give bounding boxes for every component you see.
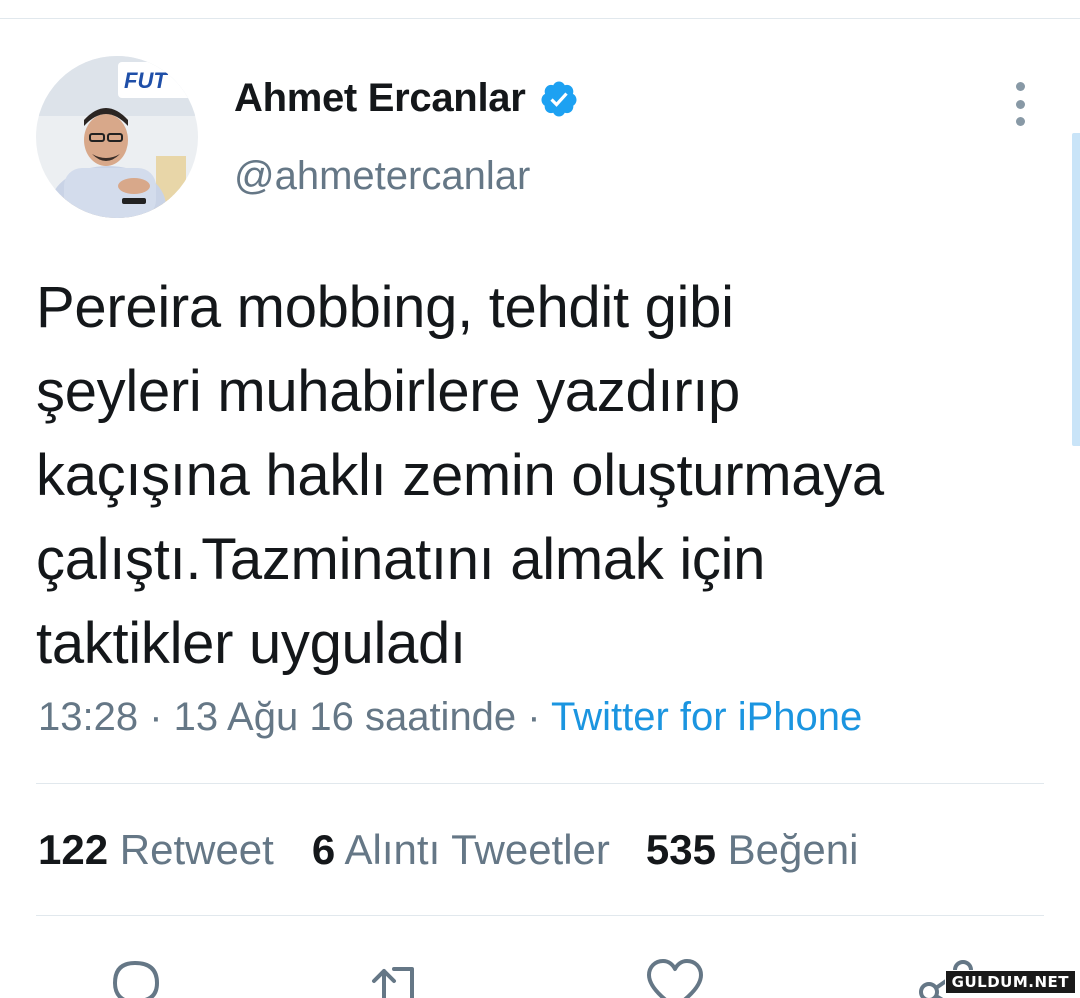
like-count-stat[interactable]: 535 Beğeni xyxy=(646,826,859,874)
like-count: 535 xyxy=(645,826,716,873)
svg-text:FUT: FUT xyxy=(124,68,168,93)
quote-label: Alıntı Tweetler xyxy=(344,826,610,873)
like-icon[interactable] xyxy=(645,955,705,998)
tweet-action-bar xyxy=(0,955,1080,998)
tweet-text-line: kaçışına haklı zemin oluşturmaya xyxy=(36,443,884,508)
like-label: Beğeni xyxy=(727,826,859,873)
tweet-stats: 122 Retweet 6 Alıntı Tweetler 535 Beğeni xyxy=(38,826,858,874)
tweet-meta: 13:28 · 13 Ağu 16 saatinde · Twitter for… xyxy=(38,695,862,740)
tweet-text-line: taktikler uyguladı xyxy=(36,611,466,676)
author-name-row[interactable]: Ahmet Ercanlar xyxy=(234,76,579,121)
verified-badge-icon xyxy=(539,79,579,119)
tweet-text-line: Pereira mobbing, tehdit gibi xyxy=(36,275,734,340)
more-dot-icon xyxy=(1015,117,1025,126)
tweet-source-link[interactable]: Twitter for iPhone xyxy=(551,695,862,739)
meta-separator: · xyxy=(138,695,174,739)
more-dot-icon xyxy=(1015,99,1025,109)
author-handle[interactable]: @ahmetercanlar xyxy=(234,154,530,199)
tweet-date: 13 Ağu 16 saatinde xyxy=(173,695,517,739)
tweet-detail-page: FUT Ahmet Ercanlar @ahmetercanlar Pereir… xyxy=(0,0,1080,998)
profile-photo-icon: FUT xyxy=(36,56,198,218)
retweet-count: 122 xyxy=(38,826,109,873)
avatar[interactable]: FUT xyxy=(36,56,198,218)
more-dot-icon xyxy=(1015,82,1025,91)
author-display-name[interactable]: Ahmet Ercanlar xyxy=(234,76,526,121)
reply-icon[interactable] xyxy=(105,955,165,998)
tweet-time: 13:28 xyxy=(38,695,139,739)
retweet-icon[interactable] xyxy=(368,955,428,998)
watermark-logo: GULDUM.NET xyxy=(944,970,1076,994)
meta-separator: · xyxy=(516,695,552,739)
top-divider xyxy=(0,18,1080,19)
retweet-count-stat[interactable]: 122 Retweet xyxy=(38,826,274,874)
tweet-text-line: şeyleri muhabirlere yazdırıp xyxy=(36,359,740,424)
scroll-indicator[interactable] xyxy=(1072,133,1080,446)
stats-bottom-divider xyxy=(36,915,1044,916)
more-options-button[interactable] xyxy=(1006,82,1034,126)
stats-top-divider xyxy=(36,783,1044,784)
retweet-label: Retweet xyxy=(119,826,274,873)
quote-count: 6 xyxy=(311,826,336,873)
tweet-text: Pereira mobbing, tehdit gibi şeyleri muh… xyxy=(36,266,1036,686)
tweet-text-line: çalıştı.Tazminatını almak için xyxy=(36,527,766,592)
quote-count-stat[interactable]: 6 Alıntı Tweetler xyxy=(312,826,610,874)
